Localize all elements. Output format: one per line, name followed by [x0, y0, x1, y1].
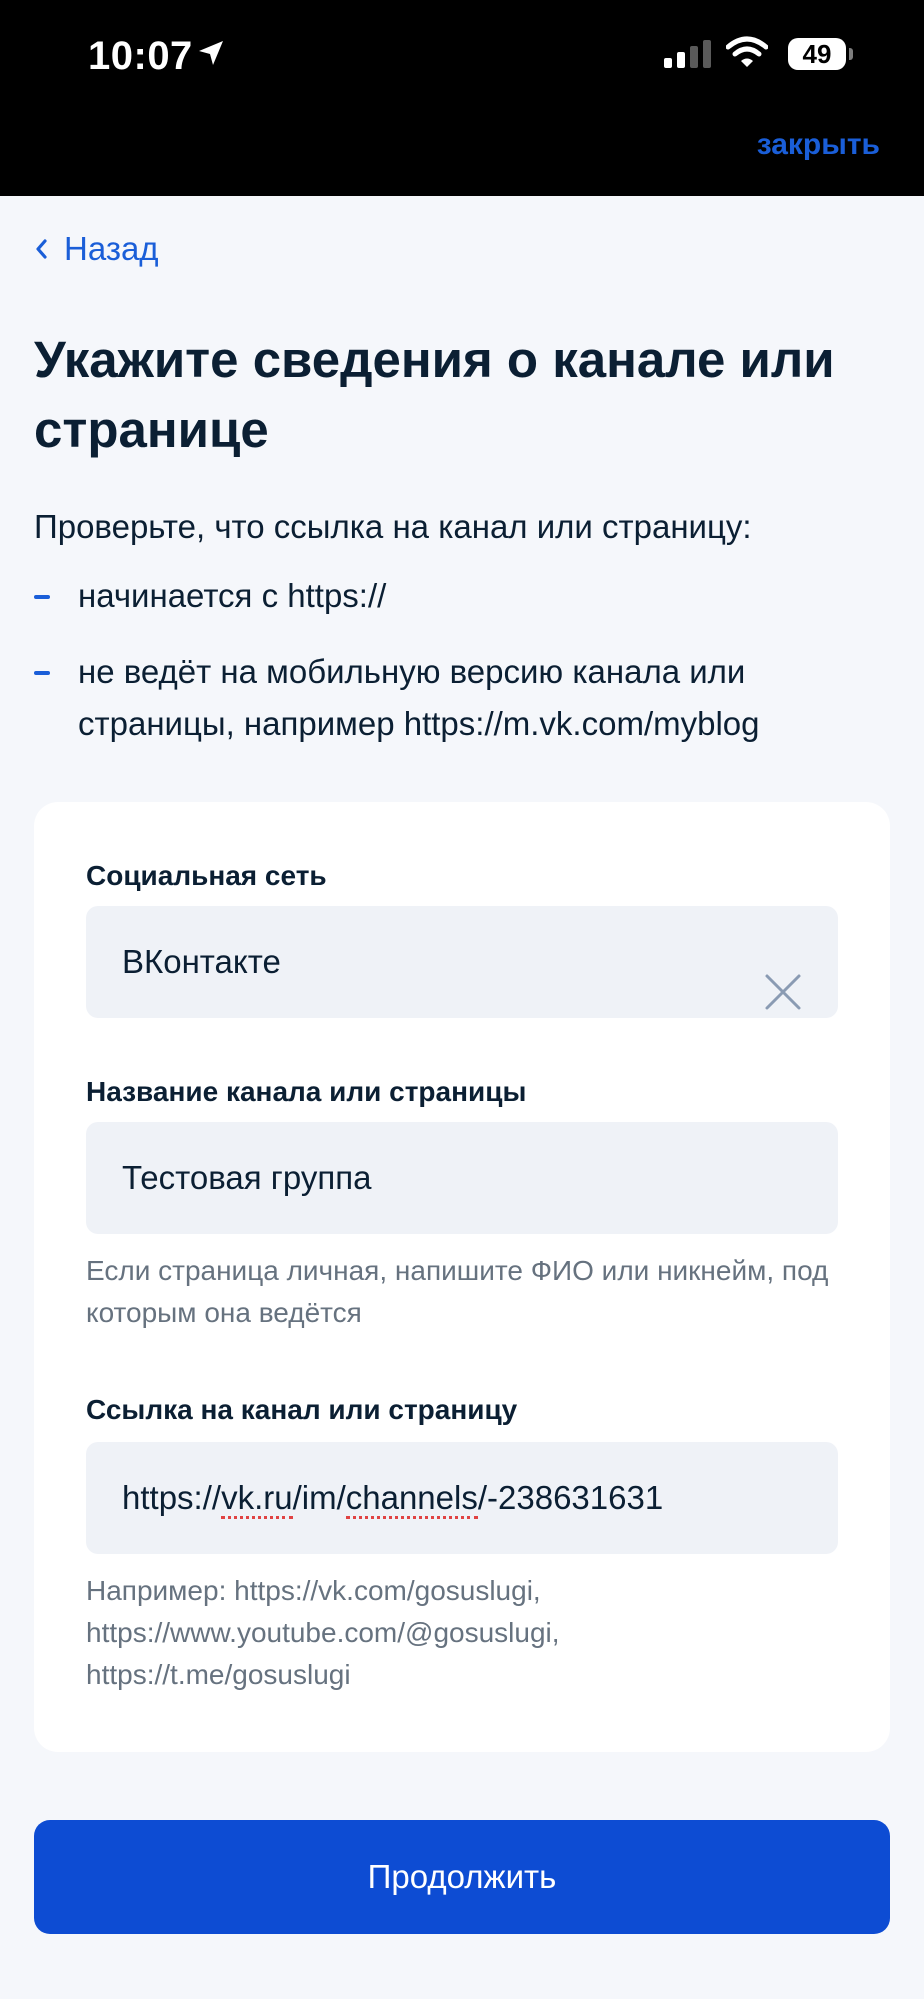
- link-path: /im/: [292, 1479, 346, 1516]
- channel-name-value: Тестовая группа: [122, 1159, 372, 1196]
- social-network-value: ВКонтакте: [122, 943, 281, 980]
- channel-link-input[interactable]: https://vk.ru/im/channels/-238631631: [86, 1442, 838, 1554]
- intro-text: Проверьте, что ссылка на канал или стран…: [34, 508, 752, 545]
- form-card: Социальная сеть ВКонтакте Название канал…: [34, 802, 890, 1752]
- status-bar: 10:07 49 закрыть: [0, 0, 924, 196]
- social-network-select[interactable]: ВКонтакте: [86, 906, 838, 1018]
- channel-name-hint: Если страница личная, напишите ФИО или н…: [86, 1255, 829, 1328]
- battery-icon: 49: [788, 38, 846, 70]
- channel-link-label: Ссылка на канал или страницу: [86, 1394, 518, 1425]
- chevron-left-icon: [34, 230, 48, 268]
- back-button[interactable]: Назад: [34, 230, 159, 268]
- requirement-text: начинается с https://: [78, 577, 387, 614]
- channel-name-label: Название канала или страницы: [86, 1076, 527, 1107]
- page-title: Укажите сведения о канале или странице: [34, 331, 835, 458]
- hint-line: Например: https://vk.com/gosuslugi,: [86, 1575, 541, 1606]
- hint-line: https://t.me/gosuslugi: [86, 1659, 351, 1690]
- misspelled-word: vk.ru: [221, 1479, 293, 1519]
- close-button[interactable]: закрыть: [757, 128, 880, 162]
- back-label: Назад: [64, 230, 159, 267]
- requirement-item: начинается с https://: [34, 570, 894, 622]
- misspelled-word: channels: [345, 1479, 478, 1519]
- close-icon[interactable]: [764, 944, 802, 1056]
- battery-nub: [849, 48, 853, 60]
- hint-line: https://www.youtube.com/@gosuslugi,: [86, 1617, 560, 1648]
- social-network-label: Социальная сеть: [86, 860, 327, 891]
- continue-button[interactable]: Продолжить: [34, 1820, 890, 1934]
- channel-link-hint: Например: https://vk.com/gosuslugi, http…: [86, 1570, 846, 1696]
- dash-icon: [34, 595, 50, 599]
- requirement-text: не ведёт на мобильную версию канала или …: [78, 653, 760, 742]
- dash-icon: [34, 671, 50, 675]
- requirement-item: не ведёт на мобильную версию канала или …: [34, 646, 894, 750]
- wifi-icon: [725, 36, 769, 73]
- link-suffix: /-238631631: [477, 1479, 664, 1516]
- channel-name-input[interactable]: Тестовая группа: [86, 1122, 838, 1234]
- location-arrow-icon: [196, 38, 226, 73]
- cellular-signal-icon: [664, 40, 712, 73]
- link-prefix: https://: [122, 1479, 222, 1516]
- status-time: 10:07: [88, 34, 193, 78]
